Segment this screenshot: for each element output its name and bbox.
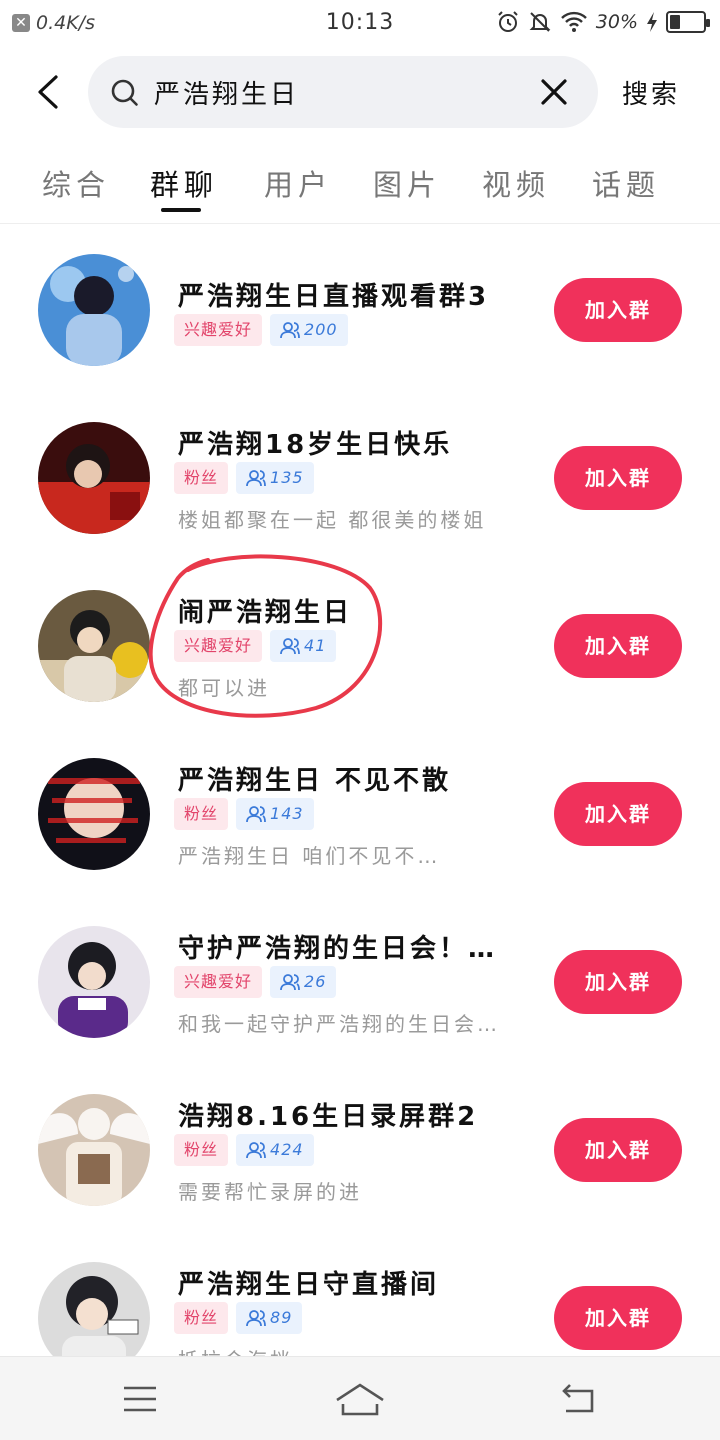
category-badge: 兴趣爱好 — [174, 966, 263, 998]
charging-icon — [647, 12, 657, 32]
member-count-badge: 143 — [236, 798, 314, 830]
group-avatar[interactable] — [38, 758, 150, 870]
tab-videos[interactable]: 视频 — [482, 162, 550, 204]
group-description: 严浩翔生日 咱们不见不… — [178, 844, 441, 868]
list-item[interactable]: 严浩翔生日直播观看群3 兴趣爱好 200 加入群 — [0, 226, 720, 394]
users-icon — [280, 974, 300, 991]
battery-level — [670, 15, 680, 29]
join-group-button[interactable]: 加入群 — [554, 614, 682, 678]
category-badge: 粉丝 — [174, 462, 229, 494]
battery-percent: 30% — [595, 11, 638, 33]
group-avatar[interactable] — [38, 926, 150, 1038]
list-item[interactable]: 严浩翔18岁生日快乐 粉丝 135 楼姐都聚在一起 都很美的楼姐 加入群 — [0, 394, 720, 562]
group-title: 浩翔8.16生日录屏群2 — [178, 1102, 479, 1132]
search-box[interactable]: 严浩翔生日 — [88, 56, 598, 128]
users-icon — [246, 470, 266, 487]
category-badge: 兴趣爱好 — [174, 314, 263, 346]
users-icon — [246, 806, 266, 823]
member-count: 41 — [304, 636, 327, 655]
group-title: 严浩翔生日守直播间 — [178, 1270, 440, 1300]
group-avatar[interactable] — [38, 590, 150, 702]
member-count-badge: 89 — [236, 1302, 303, 1334]
group-tags: 粉丝 89 — [174, 1302, 303, 1334]
member-count-badge: 200 — [270, 314, 348, 346]
group-description: 需要帮忙录屏的进 — [178, 1180, 362, 1204]
member-count-badge: 26 — [270, 966, 337, 998]
group-title: 闹严浩翔生日 — [178, 598, 353, 628]
join-group-button[interactable]: 加入群 — [554, 1286, 682, 1350]
join-group-button[interactable]: 加入群 — [554, 950, 682, 1014]
wifi-icon — [560, 11, 587, 32]
status-bar: ✕ 0.4K/s 10:13 30% — [0, 0, 720, 48]
member-count: 89 — [270, 1308, 293, 1327]
system-nav-bar — [0, 1356, 720, 1440]
member-count: 26 — [304, 972, 327, 991]
member-count-badge: 424 — [236, 1134, 314, 1166]
group-avatar[interactable] — [38, 1094, 150, 1206]
search-icon — [111, 79, 138, 106]
back-nav-button[interactable] — [548, 1379, 608, 1419]
group-tags: 兴趣爱好 26 — [174, 966, 337, 998]
group-description: 和我一起守护严浩翔的生日会… — [178, 1012, 500, 1036]
group-avatar[interactable] — [38, 254, 150, 366]
return-icon — [562, 1384, 594, 1413]
join-group-button[interactable]: 加入群 — [554, 278, 682, 342]
category-badge: 粉丝 — [174, 798, 229, 830]
menu-button[interactable] — [110, 1379, 170, 1419]
home-icon — [336, 1383, 384, 1416]
member-count: 424 — [270, 1140, 304, 1159]
group-tags: 粉丝 135 — [174, 462, 314, 494]
search-input[interactable]: 严浩翔生日 — [154, 74, 299, 111]
active-tab-indicator — [161, 208, 201, 212]
status-right: 30% — [496, 10, 710, 34]
join-group-button[interactable]: 加入群 — [554, 446, 682, 510]
list-item[interactable]: 严浩翔生日 不见不散 粉丝 143 严浩翔生日 咱们不见不… 加入群 — [0, 730, 720, 898]
group-title: 严浩翔18岁生日快乐 — [178, 430, 453, 460]
list-item[interactable]: 浩翔8.16生日录屏群2 粉丝 424 需要帮忙录屏的进 加入群 — [0, 1066, 720, 1234]
tab-group-chat[interactable]: 群聊 — [150, 162, 218, 204]
search-header: 严浩翔生日 搜索 — [0, 56, 720, 128]
join-group-button[interactable]: 加入群 — [554, 1118, 682, 1182]
group-description: 都可以进 — [178, 676, 270, 700]
mute-bell-icon — [529, 12, 551, 32]
tab-all[interactable]: 综合 — [42, 162, 110, 204]
member-count-badge: 135 — [236, 462, 314, 494]
member-count: 200 — [304, 320, 338, 339]
category-badge: 粉丝 — [174, 1302, 229, 1334]
list-item[interactable]: 闹严浩翔生日 兴趣爱好 41 都可以进 加入群 — [0, 562, 720, 730]
member-count: 135 — [270, 468, 304, 487]
menu-icon — [124, 1386, 156, 1412]
users-icon — [280, 322, 300, 339]
group-title: 严浩翔生日直播观看群3 — [178, 282, 490, 312]
join-group-button[interactable]: 加入群 — [554, 782, 682, 846]
back-button[interactable] — [28, 70, 68, 114]
tab-topics[interactable]: 话题 — [592, 162, 660, 204]
search-button[interactable]: 搜索 — [622, 74, 680, 111]
group-tags: 粉丝 143 — [174, 798, 314, 830]
users-icon — [246, 1310, 266, 1327]
chevron-left-icon — [38, 75, 58, 109]
battery-icon — [666, 11, 710, 33]
member-count-badge: 41 — [270, 630, 337, 662]
users-icon — [280, 638, 300, 655]
clear-search-icon[interactable] — [538, 76, 570, 108]
group-description: 楼姐都聚在一起 都很美的楼姐 — [178, 508, 487, 532]
group-tags: 兴趣爱好 41 — [174, 630, 337, 662]
home-button[interactable] — [330, 1379, 390, 1419]
group-tags: 兴趣爱好 200 — [174, 314, 348, 346]
category-badge: 粉丝 — [174, 1134, 229, 1166]
group-avatar[interactable] — [38, 422, 150, 534]
result-tabs: 综合 群聊 用户 图片 视频 话题 — [0, 150, 720, 224]
member-count: 143 — [270, 804, 304, 823]
group-title: 严浩翔生日 不见不散 — [178, 766, 452, 796]
list-item[interactable]: 守护严浩翔的生日会！… 兴趣爱好 26 和我一起守护严浩翔的生日会… 加入群 — [0, 898, 720, 1066]
category-badge: 兴趣爱好 — [174, 630, 263, 662]
tab-users[interactable]: 用户 — [264, 162, 332, 204]
users-icon — [246, 1142, 266, 1159]
group-tags: 粉丝 424 — [174, 1134, 314, 1166]
group-title: 守护严浩翔的生日会！… — [178, 934, 498, 964]
alarm-icon — [498, 11, 518, 32]
tab-images[interactable]: 图片 — [373, 162, 441, 204]
